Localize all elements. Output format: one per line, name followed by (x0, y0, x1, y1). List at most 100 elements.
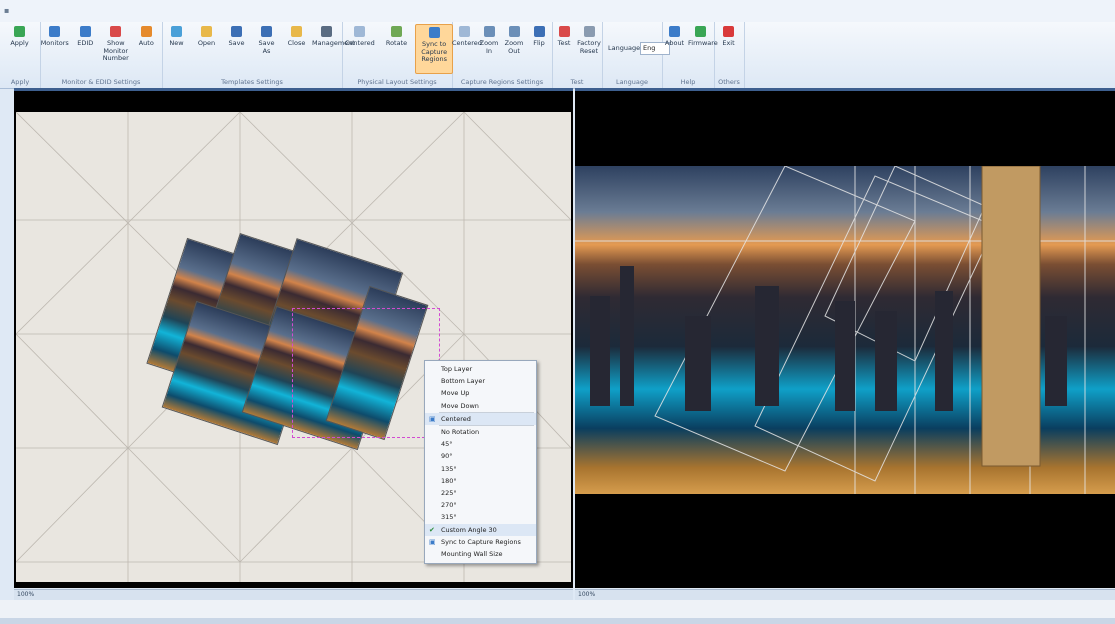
menu-item-label: Top Layer (441, 365, 473, 373)
button-label: Show Monitor Number (102, 39, 129, 62)
capture-image[interactable] (575, 166, 1115, 494)
firmware-icon (695, 26, 706, 37)
auto-button[interactable]: Auto (132, 24, 162, 72)
ribbon-group-label: Others (718, 78, 740, 86)
button-label: Centered (452, 39, 482, 47)
open-button[interactable]: Open (192, 24, 221, 72)
ribbon-group-3: Physical Layout Settings Centered Rotate Sy… (342, 22, 453, 88)
centered-icon (354, 26, 366, 37)
ribbon-group-label: Monitor & EDID Settings (61, 78, 141, 86)
sync-menu-icon: ▣ (429, 537, 436, 546)
zoom-out-icon (508, 26, 520, 37)
menu-item-label: Custom Angle 30 (441, 525, 497, 534)
exit-button[interactable]: Exit (714, 24, 743, 72)
firmware-button[interactable]: Firmware (688, 24, 718, 72)
apply-icon (14, 26, 25, 37)
menu-item-label: 315° (441, 513, 457, 522)
button-label: Zoom In (479, 39, 499, 55)
menu-item[interactable]: 270° (425, 499, 536, 511)
menu-item-label: Move Down (441, 401, 479, 410)
test-icon (558, 26, 570, 37)
button-label: Flip (533, 39, 545, 47)
button-label: Firmware (688, 39, 718, 47)
pane-header (575, 88, 1115, 91)
button-label: Monitors (40, 39, 69, 47)
open-icon (201, 26, 212, 37)
close-button[interactable]: Close (282, 24, 311, 72)
menu-item-label: Bottom Layer (441, 377, 486, 386)
save-as-button[interactable]: Save As (252, 24, 281, 72)
factory-reset-icon (583, 26, 595, 37)
menu-item[interactable]: No Rotation (425, 426, 536, 438)
zoom-level[interactable]: 100% (17, 591, 34, 598)
about-button[interactable]: About (662, 24, 687, 72)
menu-item-label: No Rotation (441, 428, 480, 436)
menu-item[interactable]: ▣ Sync to Capture Regions (425, 536, 536, 548)
menu-item[interactable]: Bottom Layer (425, 375, 536, 387)
menu-item-label: 270° (441, 501, 457, 510)
menu-item[interactable]: Top Layer (425, 363, 536, 375)
ribbon-group-label: Apply (10, 78, 30, 86)
sync-button[interactable]: Sync to Capture Regions (415, 24, 453, 74)
ribbon-group-0: Apply Apply (0, 22, 41, 88)
ribbon-group-5: Test Test Factory Reset (552, 22, 603, 88)
app-icon: ▪ (4, 6, 10, 15)
button-label: Apply (10, 39, 29, 47)
menu-item[interactable]: 135° (425, 463, 536, 475)
about-icon (669, 26, 680, 37)
ribbon-group-6: Language Language Eng (602, 22, 670, 88)
menu-item-label: 225° (441, 489, 457, 497)
factory-reset-button[interactable]: Factory Reset (577, 24, 601, 72)
button-label: Close (287, 39, 306, 47)
language-label: Language (608, 44, 641, 52)
edid-button[interactable]: EDID (71, 24, 101, 72)
zoom-out-button[interactable]: Zoom Out (502, 24, 526, 72)
save-as-icon (261, 26, 272, 37)
menu-item[interactable]: Move Up (425, 387, 536, 399)
flip-icon (533, 26, 545, 37)
zoom-level[interactable]: 100% (578, 591, 595, 598)
menu-item-label: Sync to Capture Regions (441, 537, 521, 546)
monitor-number-icon (110, 26, 122, 37)
left-status-bar: 100% (14, 589, 573, 600)
new-button[interactable]: New (162, 24, 191, 72)
button-label: About (664, 39, 685, 47)
menu-item[interactable]: 45° (425, 438, 536, 450)
ribbon-group-label: Templates Settings (221, 78, 283, 86)
bottom-status-strip (0, 618, 1115, 624)
auto-icon (140, 26, 152, 37)
checkmark-icon: ✔ (429, 525, 435, 534)
rotate-button[interactable]: Rotate (379, 24, 415, 72)
right-status-bar: 100% (575, 589, 1115, 600)
menu-item-label: 135° (441, 464, 457, 473)
menu-item[interactable]: 90° (425, 450, 536, 462)
save-button[interactable]: Save (222, 24, 251, 72)
capture-region-pane[interactable] (575, 88, 1115, 588)
ribbon-toolbar: Apply Apply Monitor & EDID Settings Monitor… (0, 22, 1115, 89)
ribbon-group-1: Monitor & EDID Settings Monitors EDID Show … (40, 22, 163, 88)
menu-item[interactable]: Move Down (425, 400, 536, 412)
flip-button[interactable]: Flip (527, 24, 551, 72)
button-label: Rotate (385, 39, 408, 47)
management-button[interactable]: Management (312, 24, 355, 72)
centered-menu-icon: ▣ (429, 414, 436, 423)
menu-item[interactable]: 180° (425, 475, 536, 487)
edid-icon (79, 26, 91, 37)
zoom-in-button[interactable]: Zoom In (477, 24, 501, 72)
test-button[interactable]: Test (552, 24, 576, 72)
centered-button[interactable]: Centered (342, 24, 378, 72)
centered-region-button[interactable]: Centered (452, 24, 482, 72)
apply-button[interactable]: Apply (0, 24, 39, 72)
menu-item[interactable]: 225° (425, 487, 536, 499)
monitors-button[interactable]: Monitors (40, 24, 70, 72)
title-bar: ▪ (0, 0, 1115, 23)
menu-item[interactable]: Mounting Wall Size (425, 548, 536, 560)
pane-header (14, 88, 573, 91)
menu-item[interactable]: ✔ Custom Angle 30 (425, 523, 536, 536)
menu-item-label: 90° (441, 452, 453, 461)
monitor-number-button[interactable]: Show Monitor Number (101, 24, 131, 72)
menu-item[interactable]: ▣ Centered (425, 412, 536, 425)
ribbon-group-8: Others Exit (714, 22, 745, 88)
menu-item[interactable]: 315° (425, 511, 536, 523)
menu-item-label: 180° (441, 476, 457, 485)
